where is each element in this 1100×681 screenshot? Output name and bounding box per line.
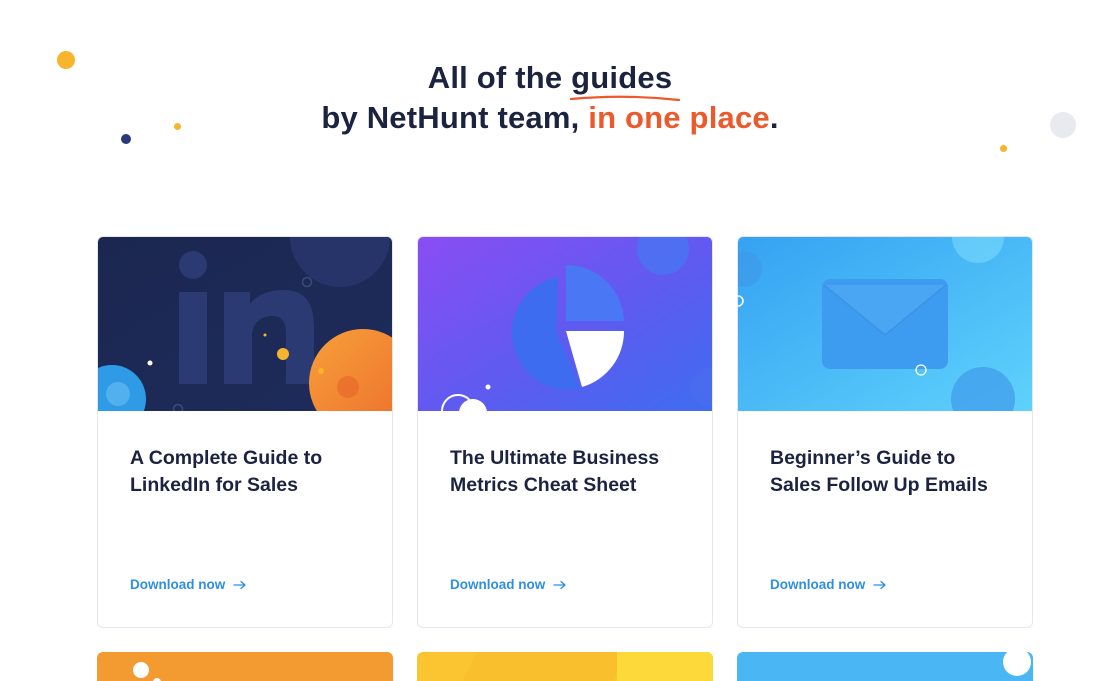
decorative-dot xyxy=(1000,145,1007,152)
guide-card-partial[interactable] xyxy=(97,652,393,681)
guide-card-partial[interactable] xyxy=(737,652,1033,681)
title-text: by NetHunt team, xyxy=(321,100,589,135)
download-now-label: Download now xyxy=(130,577,226,592)
download-now-link[interactable]: Download now xyxy=(130,577,247,592)
guide-card[interactable]: A Complete Guide to LinkedIn for Sales D… xyxy=(97,236,393,628)
arrow-right-icon xyxy=(553,580,566,589)
guide-card-image xyxy=(98,237,392,411)
title-text: . xyxy=(769,100,779,135)
title-underlined-text: guides xyxy=(571,60,673,95)
download-now-label: Download now xyxy=(450,577,546,592)
title-text: All of the xyxy=(427,60,572,95)
guide-card-partial[interactable] xyxy=(417,652,713,681)
underline-swoosh xyxy=(570,95,681,102)
download-now-label: Download now xyxy=(770,577,866,592)
guide-card-title: Beginner’s Guide to Sales Follow Up Emai… xyxy=(770,447,988,496)
guide-card-image xyxy=(738,237,1032,411)
page-title: All of the guides by NetHunt team, in on… xyxy=(0,58,1100,138)
page-title-line-1: All of the guides xyxy=(0,58,1100,102)
guide-card-title: The Ultimate Business Metrics Cheat Shee… xyxy=(450,447,660,496)
envelope-icon xyxy=(822,279,948,369)
guide-card-title: A Complete Guide to LinkedIn for Sales xyxy=(130,447,323,496)
title-underlined-word: guides xyxy=(570,58,681,102)
guide-card-image xyxy=(418,237,712,411)
guide-card[interactable]: The Ultimate Business Metrics Cheat Shee… xyxy=(417,236,713,628)
download-now-link[interactable]: Download now xyxy=(770,577,887,592)
guide-card[interactable]: Beginner’s Guide to Sales Follow Up Emai… xyxy=(737,236,1033,628)
download-now-link[interactable]: Download now xyxy=(450,577,567,592)
title-accent-text: in one place xyxy=(588,100,770,135)
arrow-right-icon xyxy=(873,580,886,589)
page-title-line-2: by NetHunt team, in one place. xyxy=(0,98,1100,138)
arrow-right-icon xyxy=(233,580,246,589)
